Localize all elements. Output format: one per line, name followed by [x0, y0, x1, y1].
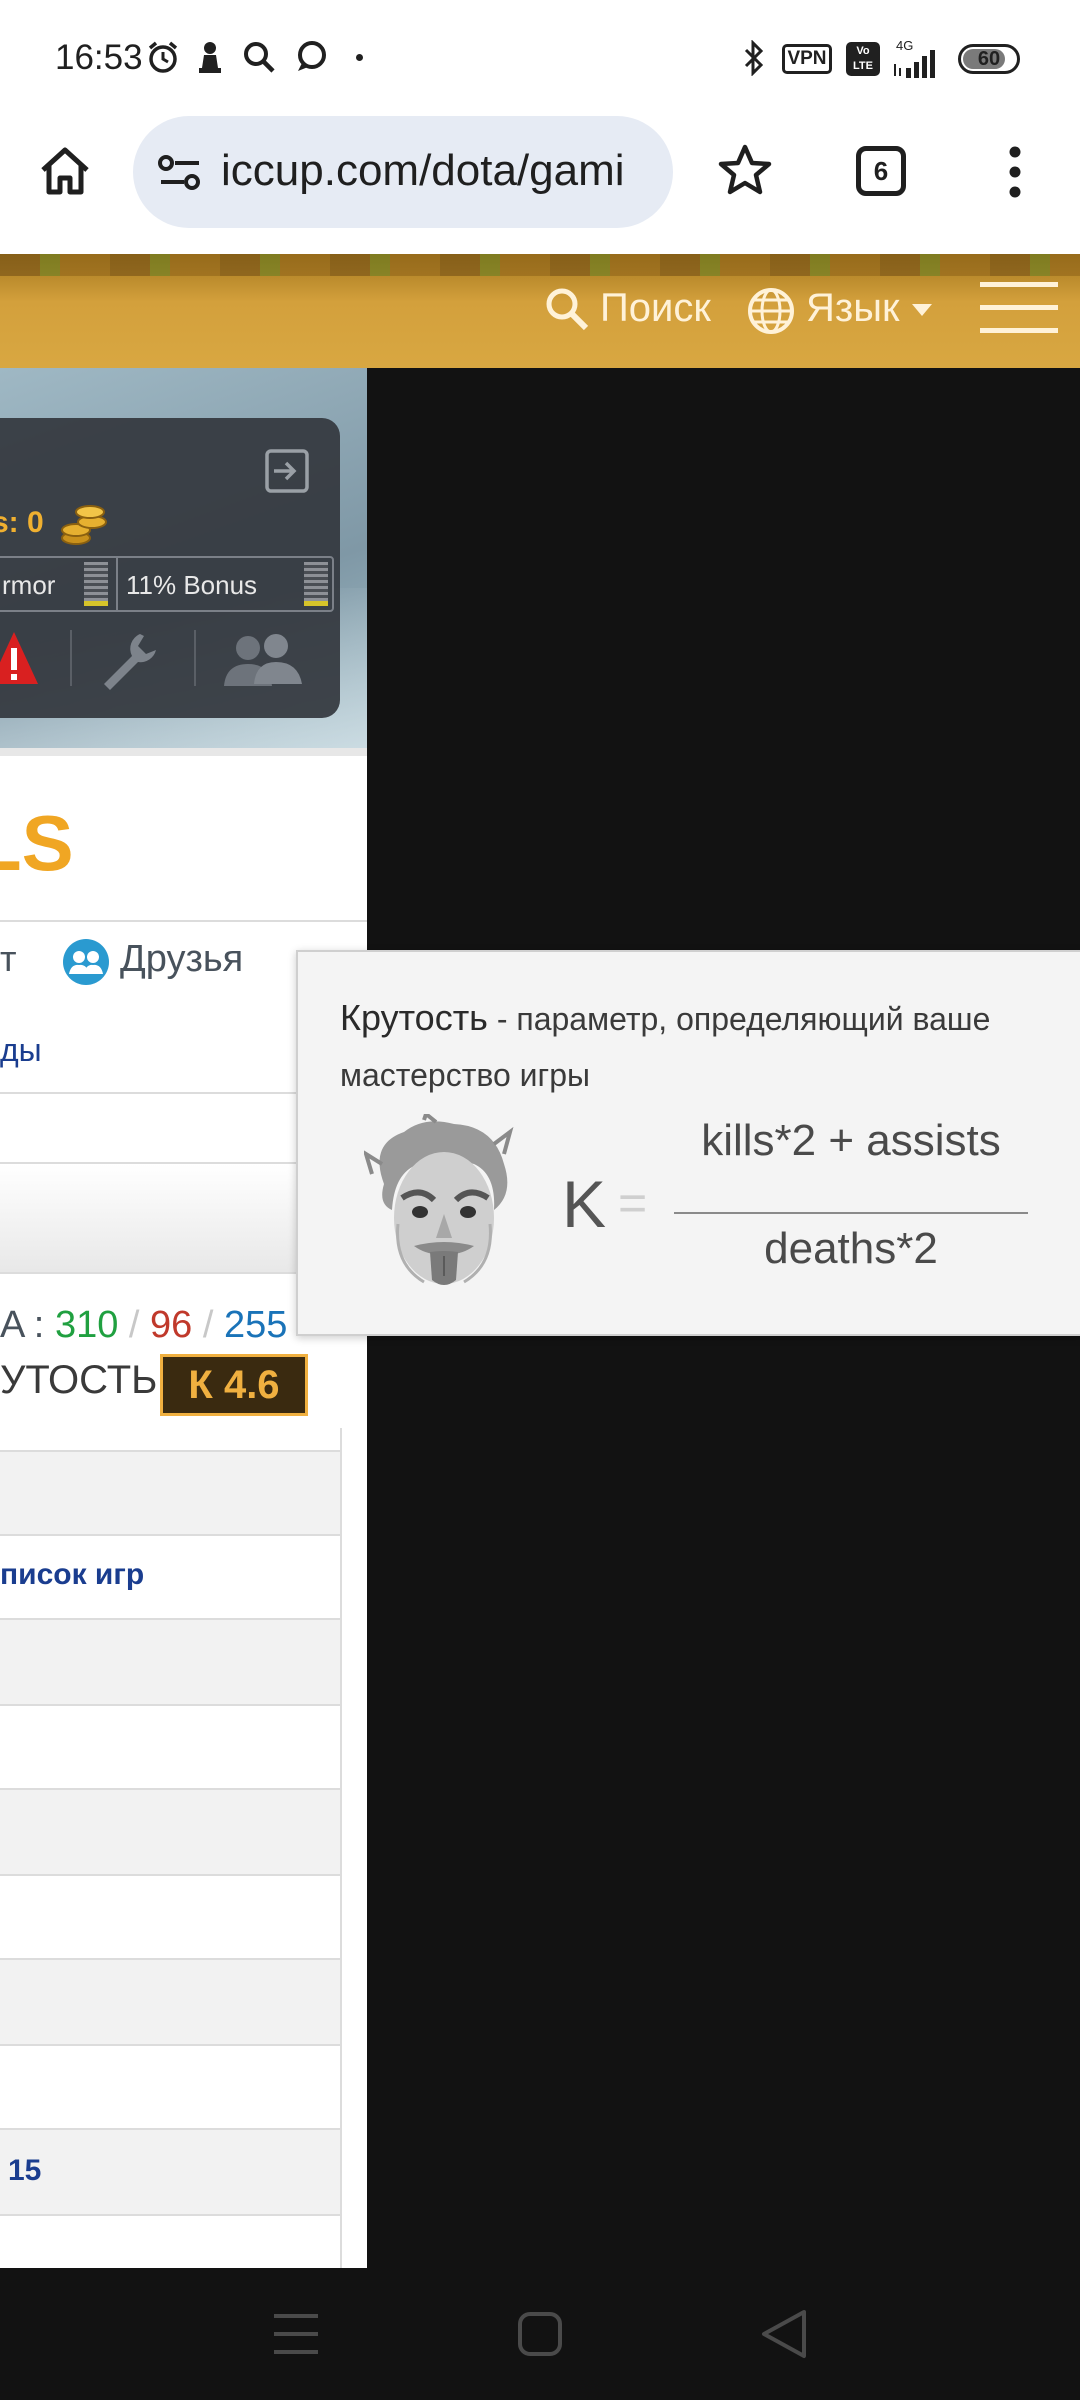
- bookmark-star-icon[interactable]: [716, 142, 774, 200]
- alarm-icon: [148, 41, 178, 73]
- address-bar[interactable]: iccup.com/dota/gami: [133, 116, 673, 228]
- formula-equals: =: [618, 1175, 648, 1231]
- page-title: LS: [0, 799, 74, 887]
- battery-level: 60: [977, 48, 1001, 70]
- status-bar: 16:53 VPN Vo LTE 4G 60: [0, 0, 1080, 110]
- warning-icon[interactable]: [0, 628, 40, 688]
- coolness-label: УТОСТЬ:: [0, 1358, 169, 1402]
- games-list-link[interactable]: писок игр: [0, 1558, 144, 1592]
- kda-line: A : 310 / 96 / 255: [0, 1304, 287, 1347]
- friends-group-icon[interactable]: [218, 630, 308, 690]
- logout-icon[interactable]: [264, 448, 310, 494]
- kills-value: 310: [54, 1304, 119, 1346]
- recent-apps-icon[interactable]: [272, 2312, 320, 2356]
- einstein-portrait-image: [364, 1114, 514, 1285]
- home-button-icon[interactable]: [518, 2312, 562, 2356]
- table-row: [0, 1450, 340, 1534]
- wrench-icon[interactable]: [96, 628, 160, 692]
- deaths-value: 96: [150, 1304, 193, 1346]
- browser-toolbar: iccup.com/dota/gami 6: [0, 110, 1080, 248]
- dot-icon: [356, 54, 363, 61]
- friends-icon[interactable]: [62, 938, 110, 986]
- search-icon[interactable]: [544, 286, 590, 332]
- table-link-number[interactable]: 15: [8, 2154, 41, 2188]
- site-settings-icon[interactable]: [157, 150, 203, 196]
- coolness-tooltip: Крутость - параметр, определяющий ваше м…: [296, 950, 1080, 1336]
- home-icon[interactable]: [38, 144, 92, 198]
- subnav-partial[interactable]: ды: [0, 1032, 42, 1069]
- formula-numerator: kills*2 + assists: [701, 1116, 1001, 1165]
- kda-separator: /: [202, 1304, 214, 1346]
- assists-value: 255: [224, 1304, 288, 1346]
- coins-label: s: 0: [0, 506, 44, 539]
- system-nav-bar: [0, 2268, 1080, 2400]
- search-icon: [244, 42, 275, 73]
- user-panel: s: 0 rmor 11% Bonus: [0, 418, 340, 718]
- chess-pawn-icon: [199, 42, 221, 73]
- globe-icon[interactable]: [746, 286, 796, 336]
- table-row: [0, 1960, 340, 2044]
- volte-badge: Vo LTE: [846, 42, 880, 76]
- kda-separator: /: [128, 1304, 140, 1346]
- bonus-bar: rmor 11% Bonus: [0, 556, 334, 612]
- header-vines-decoration: [0, 254, 1080, 276]
- url-text[interactable]: iccup.com/dota/gami: [221, 146, 661, 196]
- bonus-label: 11% Bonus: [126, 570, 258, 600]
- table-row: [0, 1620, 340, 1704]
- friends-tab[interactable]: Друзья: [120, 938, 243, 981]
- tooltip-text: Крутость - параметр, определяющий ваше м…: [340, 990, 1040, 1103]
- coins-icon: [61, 505, 107, 545]
- more-vert-icon[interactable]: [1000, 142, 1030, 202]
- battery-icon: 60: [958, 44, 1020, 74]
- vpn-badge: VPN: [782, 44, 832, 74]
- armor-label: rmor: [2, 570, 56, 600]
- formula-denominator: deaths*2: [764, 1224, 938, 1273]
- site-header: Поиск Язык: [0, 248, 1080, 374]
- kda-prefix: A :: [0, 1304, 45, 1346]
- back-button-icon[interactable]: [760, 2308, 808, 2360]
- table-row: [0, 1790, 340, 1874]
- signal-icon: [894, 50, 935, 78]
- formula-variable: K: [562, 1167, 607, 1241]
- armor-meter: [84, 562, 108, 606]
- chevron-down-icon[interactable]: [910, 302, 934, 318]
- table-row: [0, 2130, 340, 2214]
- language-selector[interactable]: Язык: [806, 286, 899, 331]
- tooltip-title: Крутость: [340, 997, 488, 1038]
- formula-fraction-line: [674, 1212, 1028, 1214]
- chat-bubble-icon: [298, 41, 326, 71]
- status-time: 16:53: [55, 38, 143, 77]
- bluetooth-icon: [744, 40, 764, 76]
- tooltip-dash: -: [487, 1001, 517, 1037]
- tabs-icon[interactable]: 6: [856, 146, 906, 196]
- coolness-badge[interactable]: К 4.6: [160, 1354, 308, 1416]
- bonus-meter: [304, 562, 328, 606]
- hamburger-menu-icon[interactable]: [980, 280, 1058, 336]
- tab-partial[interactable]: т: [0, 938, 17, 980]
- search-link[interactable]: Поиск: [600, 286, 711, 331]
